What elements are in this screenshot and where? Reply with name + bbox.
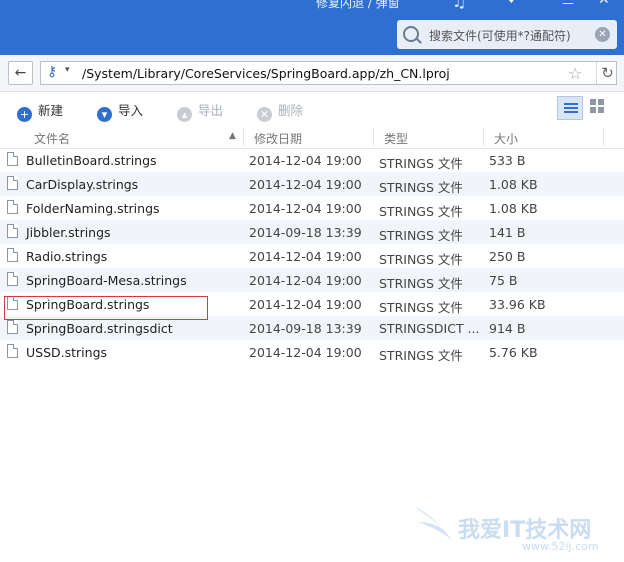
address-path[interactable]: /System/Library/CoreServices/SpringBoard… <box>82 66 450 81</box>
column-divider[interactable] <box>603 128 604 146</box>
file-type: STRINGS 文件 <box>379 276 463 291</box>
star-icon[interactable]: ☆ <box>568 64 582 83</box>
highlight-box <box>4 296 208 320</box>
music-icon[interactable]: ♫ <box>452 0 466 11</box>
file-size: 75 B <box>489 273 518 288</box>
delete-button[interactable]: ✕ 删除 <box>257 100 304 122</box>
column-date[interactable]: 修改日期 <box>254 130 302 147</box>
table-row[interactable]: Radio.strings 2014-12-04 19:00 STRINGS 文… <box>0 244 624 268</box>
file-type: STRINGSDICT ... <box>379 321 480 336</box>
column-type[interactable]: 类型 <box>384 130 408 147</box>
file-date: 2014-09-18 13:39 <box>249 321 362 336</box>
file-name: USSD.strings <box>26 345 108 360</box>
export-icon: ▴ <box>177 107 192 122</box>
table-row[interactable]: BulletinBoard.strings 2014-12-04 19:00 S… <box>0 148 624 172</box>
new-label: 新建 <box>38 103 64 118</box>
table-row[interactable]: CarDisplay.strings 2014-12-04 19:00 STRI… <box>0 172 624 196</box>
file-icon <box>7 320 18 334</box>
search-box[interactable]: 搜索文件(可使用*?通配符) ✕ <box>397 20 617 49</box>
grid-view-icon[interactable] <box>590 99 606 115</box>
top-title-text[interactable]: 修复闪退 / 弹窗 <box>316 0 400 11</box>
file-size: 141 B <box>489 225 526 240</box>
clear-icon[interactable]: ✕ <box>595 27 610 42</box>
file-name: BulletinBoard.strings <box>26 153 157 168</box>
delete-label: 删除 <box>278 103 304 118</box>
file-type: STRINGS 文件 <box>379 348 463 363</box>
column-divider[interactable] <box>243 128 244 146</box>
file-date: 2014-12-04 19:00 <box>249 201 362 216</box>
list-view-icon[interactable] <box>557 96 583 120</box>
address-bar[interactable]: ⚷ ▾ /System/Library/CoreServices/SpringB… <box>40 61 617 85</box>
file-name: SpringBoard.stringsdict <box>26 321 173 336</box>
file-type: STRINGS 文件 <box>379 204 463 219</box>
file-type: STRINGS 文件 <box>379 228 463 243</box>
plus-icon: + <box>17 107 32 122</box>
minimize-icon[interactable]: — <box>562 0 574 10</box>
chevron-down-icon[interactable]: ▾ <box>65 65 70 75</box>
file-list: BulletinBoard.strings 2014-12-04 19:00 S… <box>0 148 624 364</box>
file-icon <box>7 200 18 214</box>
file-icon <box>7 152 18 166</box>
new-button[interactable]: + 新建 <box>17 100 64 122</box>
heart-icon[interactable]: ♥ <box>506 0 517 6</box>
wing-logo-icon <box>414 506 452 540</box>
file-size: 533 B <box>489 153 526 168</box>
column-divider[interactable] <box>483 128 484 146</box>
watermark-url: www.52ij.com <box>522 540 599 553</box>
close-icon[interactable]: ✕ <box>598 0 610 8</box>
key-icon[interactable]: ⚷ <box>47 64 63 80</box>
file-type: STRINGS 文件 <box>379 156 463 171</box>
toolbar: + 新建 ▾ 导入 ▴ 导出 ✕ 删除 <box>0 92 624 125</box>
file-date: 2014-12-04 19:00 <box>249 153 362 168</box>
column-name[interactable]: 文件名 <box>34 130 70 147</box>
back-button[interactable]: ← <box>8 61 33 85</box>
file-icon <box>7 272 18 286</box>
file-size: 1.08 KB <box>489 201 538 216</box>
table-row[interactable]: Jibbler.strings 2014-09-18 13:39 STRINGS… <box>0 220 624 244</box>
file-size: 250 B <box>489 249 526 264</box>
file-size: 1.08 KB <box>489 177 538 192</box>
file-name: Radio.strings <box>26 249 108 264</box>
file-name: FolderNaming.strings <box>26 201 160 216</box>
title-bar: 修复闪退 / 弹窗 ♫ ♥ — ✕ 搜索文件(可使用*?通配符) ✕ <box>0 0 624 55</box>
file-name: SpringBoard-Mesa.strings <box>26 273 187 288</box>
search-icon <box>403 26 419 42</box>
file-icon <box>7 176 18 190</box>
file-date: 2014-12-04 19:00 <box>249 345 362 360</box>
file-size: 5.76 KB <box>489 345 538 360</box>
table-row[interactable]: SpringBoard-Mesa.strings 2014-12-04 19:0… <box>0 268 624 292</box>
file-type: STRINGS 文件 <box>379 180 463 195</box>
file-icon <box>7 224 18 238</box>
file-name: CarDisplay.strings <box>26 177 139 192</box>
watermark: 我爱IT技术网 www.52ij.com <box>404 496 624 562</box>
file-date: 2014-09-18 13:39 <box>249 225 362 240</box>
file-date: 2014-12-04 19:00 <box>249 177 362 192</box>
file-type: STRINGS 文件 <box>379 300 463 315</box>
file-size: 33.96 KB <box>489 297 546 312</box>
file-icon <box>7 344 18 358</box>
delete-icon: ✕ <box>257 107 272 122</box>
file-date: 2014-12-04 19:00 <box>249 273 362 288</box>
file-size: 914 B <box>489 321 526 336</box>
table-row[interactable]: USSD.strings 2014-12-04 19:00 STRINGS 文件… <box>0 340 624 364</box>
import-label: 导入 <box>118 103 144 118</box>
sort-arrow-icon: ▲ <box>229 131 236 141</box>
import-button[interactable]: ▾ 导入 <box>97 100 144 122</box>
file-date: 2014-12-04 19:00 <box>249 249 362 264</box>
search-input[interactable]: 搜索文件(可使用*?通配符) <box>429 27 571 44</box>
column-divider[interactable] <box>373 128 374 146</box>
refresh-icon[interactable]: ↻ <box>596 62 618 84</box>
column-header: 文件名 ▲ 修改日期 类型 大小 <box>0 126 624 149</box>
file-date: 2014-12-04 19:00 <box>249 297 362 312</box>
file-type: STRINGS 文件 <box>379 252 463 267</box>
file-icon <box>7 248 18 262</box>
export-button[interactable]: ▴ 导出 <box>177 100 224 122</box>
table-row[interactable]: FolderNaming.strings 2014-12-04 19:00 ST… <box>0 196 624 220</box>
export-label: 导出 <box>198 103 224 118</box>
address-row: ← ⚷ ▾ /System/Library/CoreServices/Sprin… <box>0 55 624 92</box>
back-arrow-icon: ← <box>14 65 27 81</box>
import-icon: ▾ <box>97 107 112 122</box>
file-name: Jibbler.strings <box>26 225 111 240</box>
column-size[interactable]: 大小 <box>494 130 518 147</box>
